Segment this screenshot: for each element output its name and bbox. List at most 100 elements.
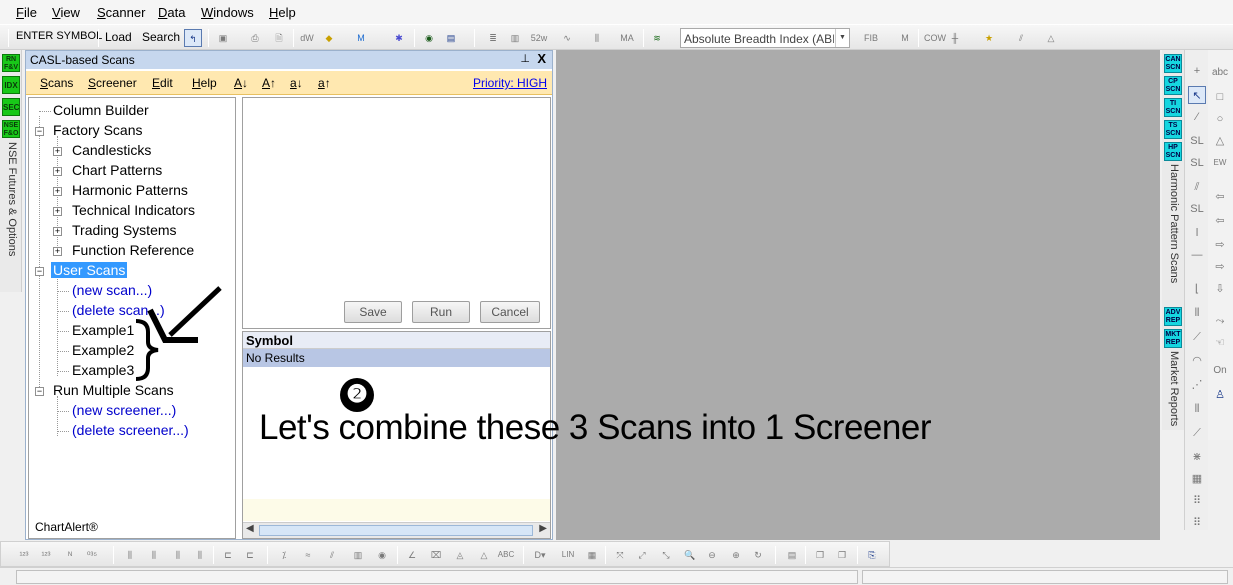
pin-icon[interactable]: ⊥ [520,52,530,65]
badge-nse-fo[interactable]: NSE F&O [2,120,20,138]
badge-adv-rep[interactable]: ADV REP [1164,307,1182,326]
tree-new-screener[interactable]: (new screener...) [72,402,176,418]
cancel-button[interactable]: Cancel [480,301,540,323]
scroll-left-icon[interactable]: ◀ [246,523,254,534]
tree-chart-patterns[interactable]: Chart Patterns [72,162,162,178]
diamond-icon[interactable]: ◆ [320,29,338,47]
tree-function-reference[interactable]: Function Reference [72,242,194,258]
dots-grid2-icon[interactable]: ⠿ [1188,514,1206,532]
grid-toggle-icon[interactable]: ▦ [583,546,601,564]
wave-icon[interactable]: ∿ [558,29,576,47]
menu-windows[interactable]: Windows [201,5,254,20]
menu-help-casl[interactable]: Help [192,76,217,90]
triangle-icon[interactable]: △ [1211,132,1229,150]
font-increase-upper-button[interactable]: A↑ [262,76,276,90]
shape-icon[interactable]: △ [1042,29,1060,47]
shape-d-icon[interactable]: D▾ [531,546,549,564]
menu-file[interactable]: File [16,5,37,20]
cycles-icon[interactable]: ⦀ [1188,400,1206,418]
chart-bars2-icon[interactable]: ⫼ [145,546,163,564]
expand-icon[interactable]: + [53,227,62,236]
horizontal-scrollbar[interactable]: ◀ ▶ [243,522,550,538]
pattern-icon[interactable]: ⋇ [1188,448,1206,466]
text-tool-icon[interactable]: abc [1211,64,1229,82]
horizontal-line-icon[interactable]: — [1188,246,1206,264]
badge-ti-scn[interactable]: TI SCN [1164,98,1182,117]
chart-bars4-icon[interactable]: ⫼ [191,546,209,564]
harmonic-pattern-scans-label[interactable]: Harmonic Pattern Scans [1168,164,1180,283]
arrow-right2-icon[interactable]: ⇨ [1211,258,1229,276]
chevron-down-icon[interactable]: ▼ [835,29,849,47]
search-button[interactable]: Search [142,30,180,44]
tree-trading-systems[interactable]: Trading Systems [72,222,177,238]
abc-pattern-icon[interactable]: ABC [497,546,515,564]
scrollbar-thumb[interactable] [259,525,533,536]
collapse-icon[interactable]: − [35,387,44,396]
badge-rnfv[interactable]: RN F&V [2,54,20,72]
enter-symbol-button[interactable]: ENTER SYMBOL [16,30,102,42]
wave-abc-icon[interactable]: ᴺ [61,546,79,564]
chart-workspace[interactable] [556,50,1160,540]
dots-grid-icon[interactable]: ⠿ [1188,492,1206,510]
tree-column-builder[interactable]: Column Builder [53,102,149,118]
font-decrease-upper-button[interactable]: A↓ [234,76,248,90]
triangle-outline-icon[interactable]: △ [475,546,493,564]
pivot-icon[interactable]: M [896,29,914,47]
on-toggle[interactable]: On [1211,362,1229,380]
ma-icon[interactable]: MA [618,29,636,47]
trend-icon[interactable]: ⫽ [1012,29,1030,47]
refresh-icon[interactable]: ↻ [749,546,767,564]
menu-view[interactable]: View [52,5,80,20]
indicator-icon[interactable]: ≋ [648,29,666,47]
wave123b-icon[interactable]: ¹²³ [37,546,55,564]
hilo-icon[interactable]: 52w [530,29,548,47]
line-icon[interactable]: ⁄ [1188,108,1206,126]
candles-icon[interactable]: ╫ [946,29,964,47]
badge-hp-scn[interactable]: HP SCN [1164,142,1182,161]
bars2-icon[interactable]: ⫼ [588,29,606,47]
list-icon[interactable]: ≣ [484,29,502,47]
save-icon[interactable]: ▣ [214,29,232,47]
menu-help[interactable]: Help [269,5,296,20]
badge-sec[interactable]: SEC [2,98,20,116]
menu-scans[interactable]: Scans [40,76,73,90]
font-decrease-lower-button[interactable]: a↓ [290,76,303,90]
stop-loss2-icon[interactable]: SL [1188,154,1206,172]
priority-link[interactable]: Priority: HIGH [473,76,547,90]
star-icon[interactable]: ★ [980,29,998,47]
export-icon[interactable]: ⎘ [863,546,881,564]
label-icon[interactable]: ⊏ [219,546,237,564]
tree-user-scans[interactable]: User Scans [51,262,128,278]
font-increase-lower-button[interactable]: a↑ [318,76,331,90]
arrow-up-left-icon[interactable]: ⇦ [1211,212,1229,230]
bracket-icon[interactable]: ⌊ [1188,280,1206,298]
bezier-icon[interactable]: ≈ [299,546,317,564]
my-icon[interactable]: M [352,29,370,47]
cow-icon[interactable]: COW [924,29,946,47]
bars-icon[interactable]: ▥ [506,29,524,47]
expand-icon[interactable]: + [53,167,62,176]
symbol-column-header[interactable]: Symbol [243,332,550,349]
dw-icon[interactable]: dW [298,29,316,47]
badge-can-scn[interactable]: CAN SCN [1164,54,1182,73]
zoom-fit-icon[interactable]: ⤧ [611,546,629,564]
chart-select-icon[interactable]: ▥ [349,546,367,564]
properties-icon[interactable]: ▤ [783,546,801,564]
zoom-in-icon[interactable]: ⊕ [727,546,745,564]
print-icon[interactable]: ⎙ [246,29,264,47]
network-icon[interactable]: ✱ [390,29,408,47]
ew-wave-icon[interactable]: EW [1211,154,1229,172]
wave-numbers-icon[interactable]: ⁰³⁵ [83,546,101,564]
expand-icon[interactable]: + [53,147,62,156]
speed-lines-icon[interactable]: ⟋ [1188,424,1206,442]
vertical-line-icon[interactable]: ǀ [1188,224,1206,242]
tree-example3[interactable]: Example3 [72,362,134,378]
arrow-right-icon[interactable]: ⇨ [1211,236,1229,254]
auto-fibo-icon[interactable]: FIB [862,29,880,47]
fan-icon[interactable]: ⟋ [1188,328,1206,346]
collapse-icon[interactable]: − [35,267,44,276]
fib-lines-icon[interactable]: ⦀ [1188,304,1206,322]
tree-harmonic-patterns[interactable]: Harmonic Patterns [72,182,188,198]
channel-icon[interactable]: ⫽ [1188,178,1206,196]
load-button[interactable]: Load [105,30,132,44]
